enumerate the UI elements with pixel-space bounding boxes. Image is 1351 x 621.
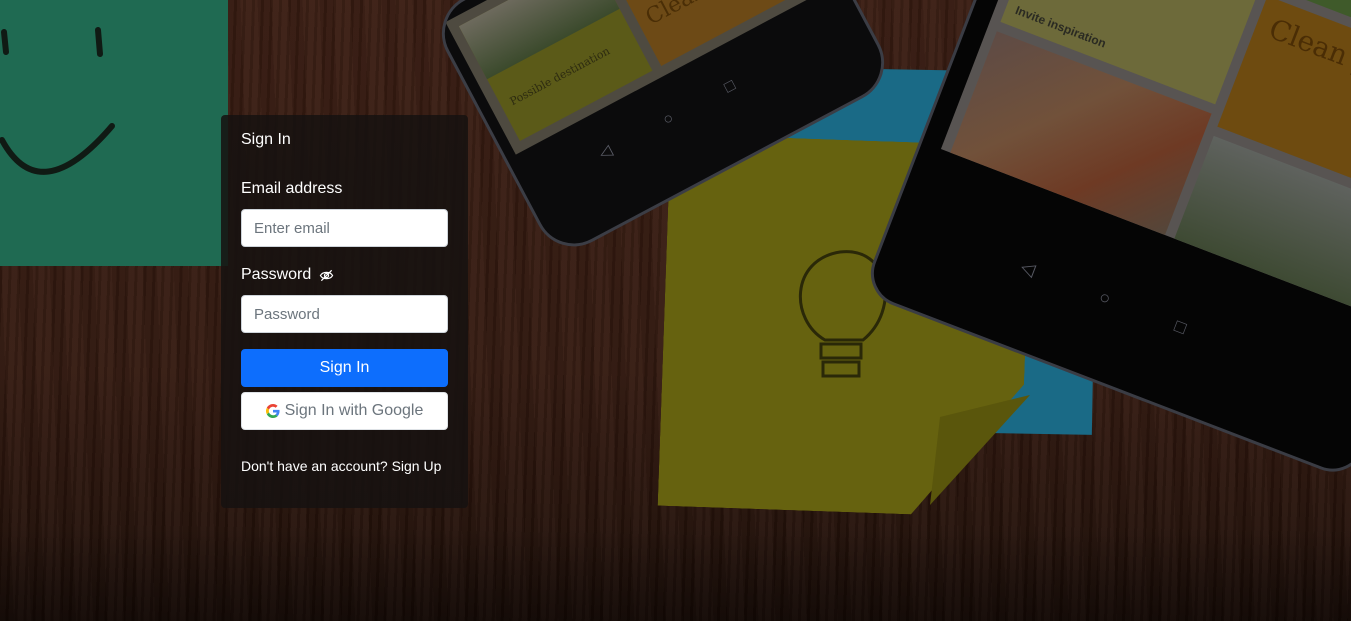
signup-prompt: Don't have an account? xyxy=(241,458,392,474)
signin-title: Sign In xyxy=(241,131,291,148)
smiley-drawing xyxy=(0,27,115,175)
google-signin-button[interactable]: Sign In with Google xyxy=(241,392,448,430)
tablet-caption-clean: Clean picnic xyxy=(1264,12,1351,106)
signup-row: Don't have an account? Sign Up xyxy=(241,458,441,474)
phone-tile-destination: Possible destination xyxy=(458,0,653,142)
signin-card: Sign In Email address Password Sign In S… xyxy=(221,115,468,508)
background-scene: Possible destination Clean ◁○□ the Invit… xyxy=(0,0,1351,621)
email-input[interactable] xyxy=(241,209,448,247)
signin-button[interactable]: Sign In xyxy=(241,349,448,387)
password-label-row: Password xyxy=(241,266,334,284)
email-label: Email address xyxy=(241,180,343,197)
tablet-screen: the Invite inspiration Clean picnic xyxy=(940,0,1351,322)
password-label: Password xyxy=(241,266,312,283)
phone-caption-right: Clean xyxy=(641,0,711,31)
password-input[interactable] xyxy=(241,295,448,333)
signup-link[interactable]: Sign Up xyxy=(392,458,442,474)
google-g-icon xyxy=(265,404,280,418)
google-button-label: Sign In with Google xyxy=(284,402,424,419)
landscape-photo xyxy=(458,0,620,80)
eye-slash-icon[interactable] xyxy=(319,268,334,283)
